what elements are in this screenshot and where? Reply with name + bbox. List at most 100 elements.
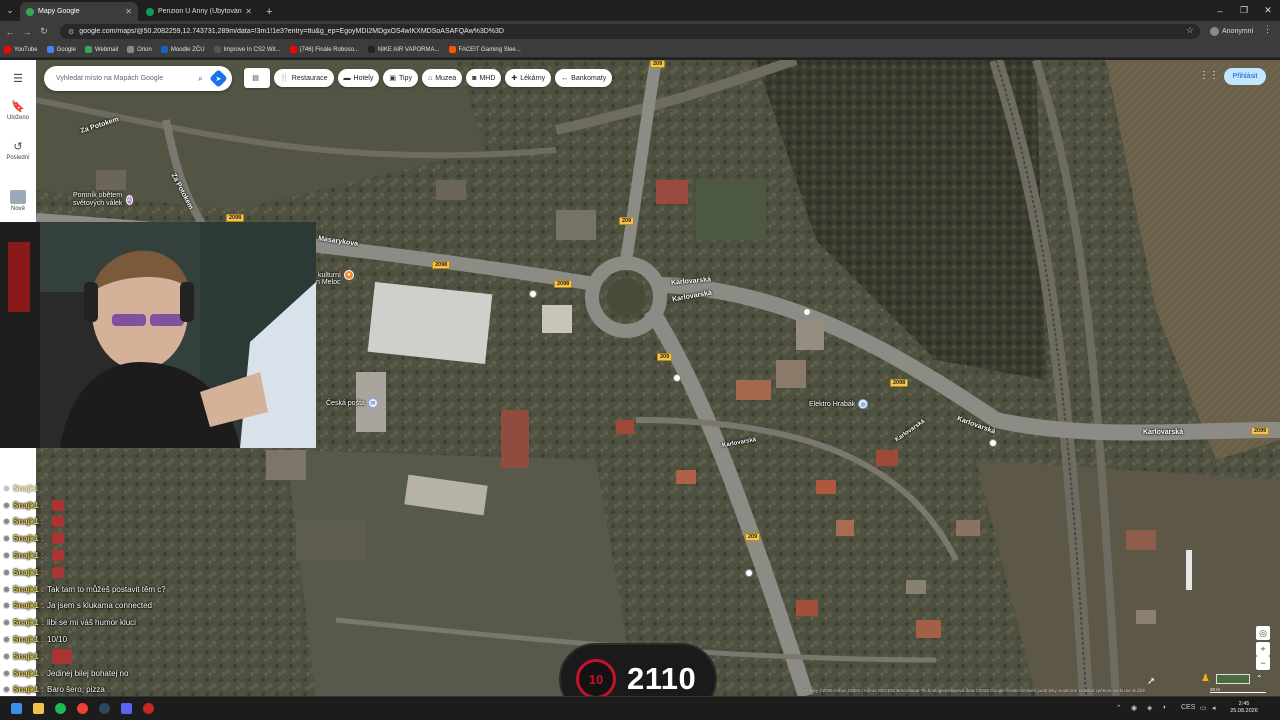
layers-toggle-button[interactable]: ▤ xyxy=(244,68,270,88)
screen: ⌄ Mapy Google ✕ Penzion U Anny (Ubytován… xyxy=(0,0,1280,720)
bus-stop-icon[interactable] xyxy=(745,569,753,577)
chrome-icon[interactable] xyxy=(77,703,88,714)
steam-icon[interactable] xyxy=(99,703,110,714)
profile-label: Anonymní xyxy=(1222,27,1254,35)
google-apps-icon[interactable]: ⋮⋮ xyxy=(1199,70,1219,81)
poi-ceska-posta[interactable]: Česká pošta ✉ xyxy=(326,398,378,408)
bus-stop-icon[interactable] xyxy=(673,374,681,382)
zoom-out-button[interactable]: − xyxy=(1256,656,1270,670)
close-window-icon[interactable]: ✕ xyxy=(1256,0,1280,21)
bookmark-youtube[interactable]: YouTube xyxy=(4,46,38,53)
scale-bar[interactable]: 20 m xyxy=(1210,687,1266,693)
bookmark-google[interactable]: Google xyxy=(46,46,76,53)
chip-mhd[interactable]: ◙ MHD xyxy=(466,69,502,87)
forward-icon[interactable]: → xyxy=(20,27,34,37)
poi-elektro-hrabak[interactable]: Elektro Hrabák ◍ xyxy=(809,399,869,409)
address-bar[interactable]: ⚙ google.com/maps/@50.2082259,12.743731,… xyxy=(60,24,1200,39)
poi-pomnik[interactable]: Pomník obětem světových válek ♙ xyxy=(73,192,133,208)
bookmark-moodle[interactable]: Moodle ZČU xyxy=(160,46,205,53)
poi-meloc[interactable]: n Meloc xyxy=(316,279,341,286)
chat-message: Snajk1:10/10 xyxy=(3,631,243,648)
search-icon[interactable]: ⌕ xyxy=(198,73,203,84)
maximize-icon[interactable]: ❐ xyxy=(1232,0,1256,21)
imagery-thumbnails[interactable] xyxy=(1216,674,1250,684)
chip-restaurace[interactable]: 🍴 Restaurace xyxy=(274,69,334,87)
pharmacy-icon: ✚ xyxy=(511,75,518,82)
emote-icon xyxy=(52,566,65,578)
bookmark-orion[interactable]: Orion xyxy=(127,46,152,53)
hotel-icon: ▬ xyxy=(343,74,351,82)
tab-search-icon[interactable]: ⌄ xyxy=(0,0,20,21)
bookmark-improve-cs2[interactable]: Improve In CS2 Wit... xyxy=(213,46,281,53)
windows-start-icon[interactable] xyxy=(11,703,22,714)
tray-app-icon[interactable]: ◉ xyxy=(1131,704,1137,712)
url-text: google.com/maps/@50.2082259,12.743731,28… xyxy=(79,28,504,35)
pegman-icon[interactable]: ♟ xyxy=(1201,673,1211,685)
discord-icon[interactable] xyxy=(121,703,132,714)
chip-tipy[interactable]: ▣ Tipy xyxy=(383,69,418,87)
minimize-icon[interactable]: – xyxy=(1208,0,1232,21)
browser-menu-icon[interactable]: ⋮ xyxy=(1263,24,1272,35)
webmail-icon xyxy=(84,46,92,53)
tray-app-icon[interactable]: ◐ xyxy=(1163,704,1167,711)
taskbar-clock[interactable]: 2:45 25.08.2026 xyxy=(1226,701,1262,715)
bus-stop-icon[interactable] xyxy=(803,308,811,316)
youtube-icon xyxy=(4,46,11,53)
tab-mapy-google[interactable]: Mapy Google ✕ xyxy=(20,2,138,21)
network-icon[interactable]: ▭ xyxy=(1200,704,1207,712)
chat-username: Snajk1 xyxy=(13,668,39,678)
rail-saved[interactable]: 🔖 Uloženo xyxy=(0,100,36,121)
profile-button[interactable]: Anonymní xyxy=(1210,24,1254,38)
reload-icon[interactable]: ↻ xyxy=(37,26,51,37)
zoom-in-button[interactable]: + xyxy=(1256,642,1270,656)
maps-search-box[interactable]: Vyhledat místo na Mapách Google ⌕ ➤ xyxy=(44,66,232,91)
obs-icon[interactable] xyxy=(143,703,154,714)
close-tab-icon[interactable]: ✕ xyxy=(245,7,252,16)
signin-button[interactable]: Přihlásit xyxy=(1224,68,1266,85)
my-location-icon[interactable]: ◎ xyxy=(1256,626,1270,640)
bookmark-nike[interactable]: NIKE AIR VAPORMA... xyxy=(367,46,440,53)
poi-label: kulturní xyxy=(318,271,341,279)
tab-penzion[interactable]: Penzion U Anny (Ubytování - p ✕ xyxy=(140,2,258,21)
chip-lekarny[interactable]: ✚ Lékárny xyxy=(505,69,552,87)
bookmark-faceit[interactable]: FACEIT Gaming Slee... xyxy=(448,46,521,53)
chip-label: MHD xyxy=(479,74,496,82)
chat-message: Snajk1: xyxy=(3,648,243,665)
bus-stop-icon[interactable] xyxy=(529,290,537,298)
rail-recent[interactable]: ↺ Poslední xyxy=(0,140,36,161)
tray-chevron-icon[interactable]: ⌃ xyxy=(1116,704,1122,712)
bookmark-finale[interactable]: (746) Finále Roboso... xyxy=(289,46,359,53)
hamburger-icon: ☰ xyxy=(13,73,23,85)
chip-hotely[interactable]: ▬ Hotely xyxy=(337,69,380,87)
chat-username: Snajk1 xyxy=(13,567,39,577)
chat-message: Snajk1: xyxy=(3,514,243,531)
emote-icon xyxy=(52,499,65,511)
stream-chat: Snajk1 Snajk1: Snajk1: Snajk1: Snajk1: S… xyxy=(3,480,243,698)
poi-label: Česká pošta xyxy=(326,399,365,407)
restaurant-icon: 🍴 xyxy=(280,75,289,82)
site-info-icon[interactable]: ⚙ xyxy=(68,28,74,36)
menu-button[interactable]: ☰ xyxy=(0,72,36,87)
rail-new[interactable]: Nové xyxy=(0,190,36,212)
search-input[interactable]: Vyhledat místo na Mapách Google xyxy=(56,75,198,82)
tray-app-icon[interactable]: ◈ xyxy=(1147,704,1152,712)
chip-bankomaty[interactable]: ↔ Bankomaty xyxy=(555,69,613,87)
tab-label: Mapy Google xyxy=(38,8,80,15)
road-shield: 2098 xyxy=(432,261,451,269)
volume-icon[interactable]: ◂ xyxy=(1212,704,1216,712)
close-tab-icon[interactable]: ✕ xyxy=(125,7,132,16)
back-icon[interactable]: ← xyxy=(3,27,17,37)
expand-icon[interactable]: ⌃ xyxy=(1256,674,1266,684)
new-tab-button[interactable]: + xyxy=(260,2,278,21)
bus-stop-icon[interactable] xyxy=(989,439,997,447)
bookmark-webmail[interactable]: Webmail xyxy=(84,46,118,53)
bookmark-label: Google xyxy=(56,46,76,53)
file-explorer-icon[interactable] xyxy=(33,703,44,714)
directions-icon[interactable]: ➤ xyxy=(209,69,228,88)
road-shield: 2099 xyxy=(1251,427,1270,435)
chat-separator: : xyxy=(41,668,45,678)
bookmark-star-icon[interactable]: ☆ xyxy=(1186,25,1194,36)
language-indicator[interactable]: CES xyxy=(1181,704,1195,711)
spotify-icon[interactable] xyxy=(55,703,66,714)
chip-muzea[interactable]: ⌂ Muzea xyxy=(421,69,463,87)
